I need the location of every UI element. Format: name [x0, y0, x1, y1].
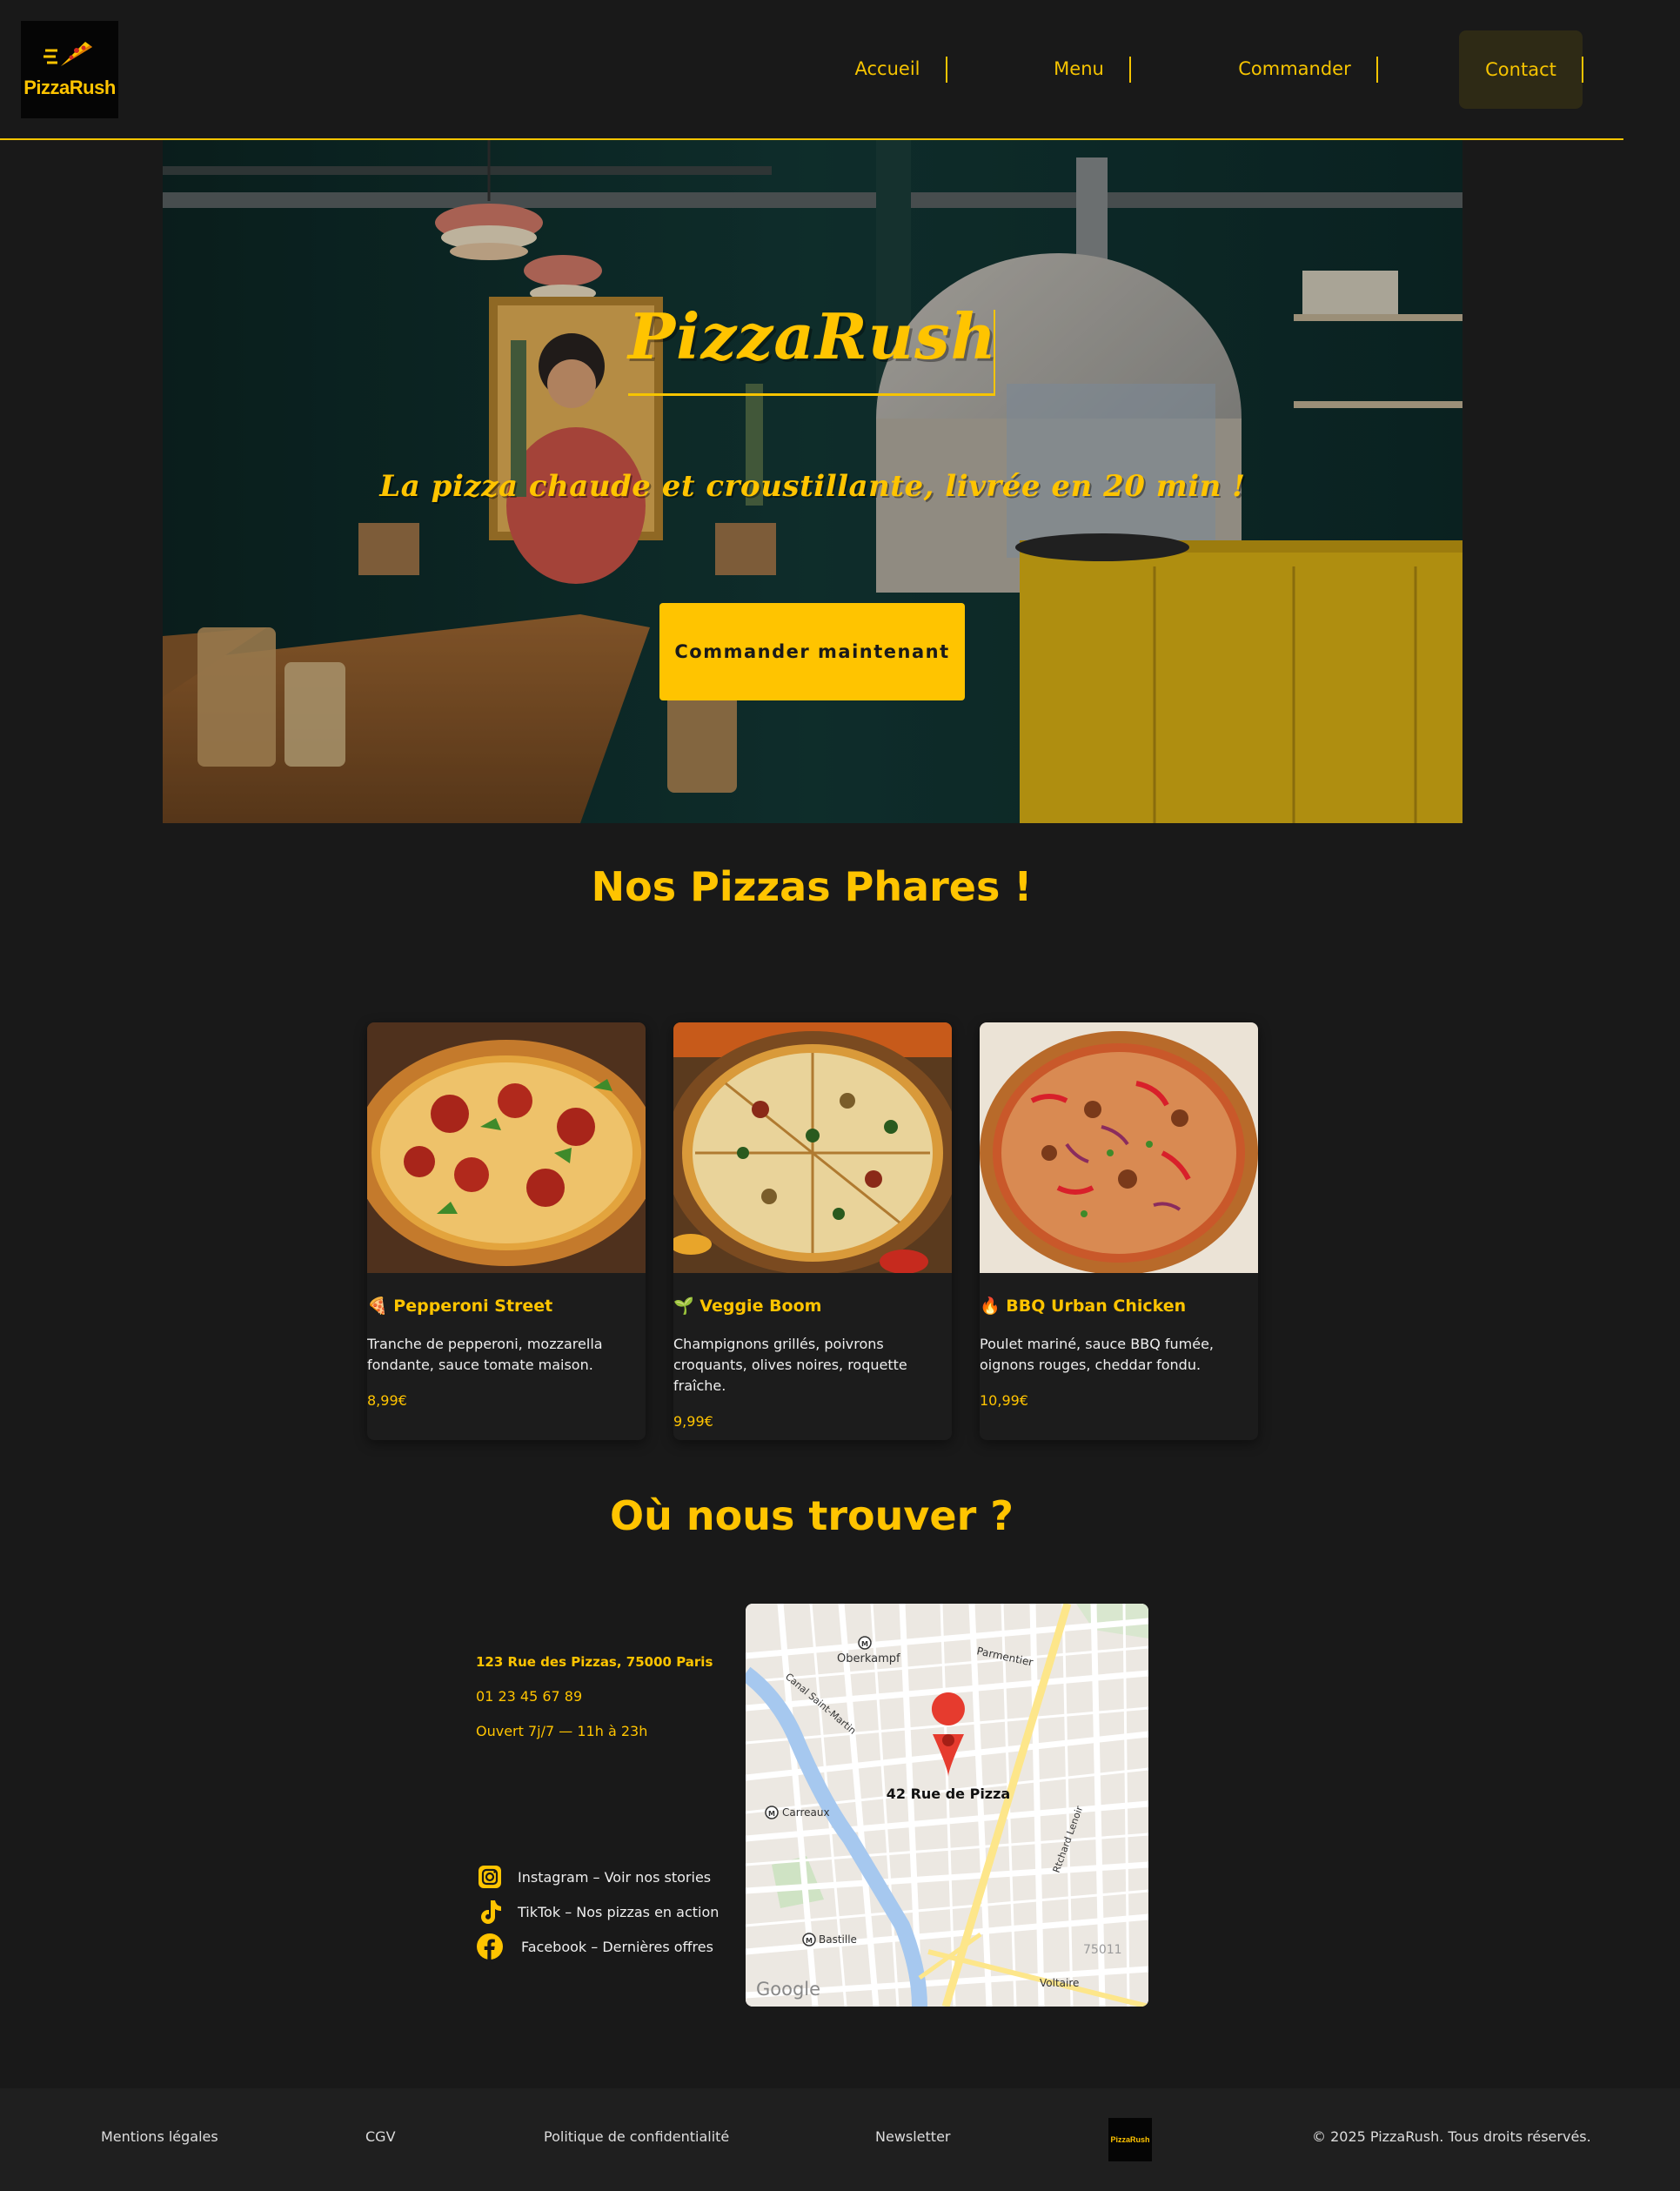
- nav-accueil[interactable]: Accueil: [844, 56, 931, 82]
- instagram-label: Instagram – Voir nos stories: [518, 1868, 712, 1886]
- pizza-description: Poulet mariné, sauce BBQ fumée, oignons …: [980, 1336, 1214, 1373]
- pizza-name: 🍕 Pepperoni Street: [367, 1297, 553, 1316]
- pizza-description: Champignons grillés, poivrons croquants,…: [673, 1336, 907, 1394]
- map-pin-label: 42 Rue de Pizza: [887, 1786, 1010, 1802]
- facebook-icon: [476, 1933, 504, 1960]
- site-header: PizzaRush Accueil Menu Commander Contact: [0, 0, 1623, 140]
- footer-link-legal[interactable]: Mentions légales: [101, 2128, 218, 2145]
- map-label: Voltaire: [1040, 1977, 1079, 1989]
- featured-title: Nos Pizzas Phares !: [591, 863, 1033, 910]
- instagram-link[interactable]: Instagram – Voir nos stories: [476, 1863, 711, 1891]
- map-graphic: M M M Oberkampf Parmentier Canal Saint-M…: [746, 1604, 1148, 2007]
- pizza-card[interactable]: 🌱 Veggie Boom Champignons grillés, poivr…: [673, 1022, 952, 1440]
- svg-text:M: M: [768, 1810, 775, 1818]
- instagram-icon: [476, 1863, 504, 1891]
- nav-divider: [1129, 57, 1131, 83]
- address: 123 Rue des Pizzas, 75000 Paris: [476, 1654, 713, 1670]
- main-nav: Accueil Menu Commander Contact: [0, 0, 1623, 140]
- order-now-button[interactable]: Commander maintenant: [659, 603, 965, 700]
- hero-subtitle: La pizza chaude et croustillante, livrée…: [379, 469, 1246, 504]
- svg-text:M: M: [861, 1640, 868, 1648]
- pizza-card[interactable]: 🔥 BBQ Urban Chicken Poulet mariné, sauce…: [980, 1022, 1258, 1440]
- facebook-label: Facebook – Dernières offres: [521, 1938, 713, 1955]
- hero-section: PizzaRush La pizza chaude et croustillan…: [163, 140, 1462, 823]
- pizza-card[interactable]: 🍕 Pepperoni Street Tranche de pepperoni,…: [367, 1022, 646, 1440]
- pizza-price: 9,99€: [673, 1413, 713, 1430]
- pizza-description: Tranche de pepperoni, mozzarella fondant…: [367, 1336, 603, 1373]
- google-logo: Google: [756, 1979, 820, 2000]
- nav-commander[interactable]: Commander: [1225, 56, 1364, 82]
- pizza-price: 10,99€: [980, 1392, 1028, 1409]
- pizza-name: 🔥 BBQ Urban Chicken: [980, 1297, 1187, 1316]
- opening-hours: Ouvert 7j/7 — 11h à 23h: [476, 1723, 648, 1739]
- nav-menu[interactable]: Menu: [1035, 56, 1122, 82]
- pizza-name: 🌱 Veggie Boom: [673, 1297, 822, 1316]
- copyright-text: © 2025 PizzaRush. Tous droits réservés.: [1312, 2128, 1591, 2145]
- nav-divider: [1376, 57, 1378, 83]
- nav-divider: [946, 57, 947, 83]
- site-footer: Mentions légales CGV Politique de confid…: [0, 2088, 1680, 2191]
- phone-number[interactable]: 01 23 45 67 89: [476, 1688, 582, 1705]
- footer-link-cgv[interactable]: CGV: [365, 2128, 396, 2145]
- location-title: Où nous trouver ?: [610, 1492, 1014, 1539]
- svg-text:M: M: [806, 1937, 813, 1945]
- map-label: Carreaux: [782, 1806, 830, 1819]
- map-label: 75011: [1083, 1943, 1122, 1957]
- map-label: Bastille: [819, 1933, 857, 1946]
- footer-link-newsletter[interactable]: Newsletter: [875, 2128, 951, 2145]
- map-label: Oberkampf: [837, 1652, 900, 1665]
- tiktok-icon: [476, 1898, 504, 1926]
- tiktok-link[interactable]: TikTok – Nos pizzas en action: [476, 1898, 719, 1926]
- footer-logo-text: PizzaRush: [1110, 2135, 1150, 2144]
- location-map[interactable]: M M M Oberkampf Parmentier Canal Saint-M…: [746, 1604, 1148, 2007]
- contact-button[interactable]: Contact: [1459, 30, 1583, 109]
- nav-divider: [1582, 57, 1583, 83]
- footer-logo[interactable]: PizzaRush: [1108, 2118, 1152, 2161]
- hero-title-underline: [628, 393, 995, 396]
- facebook-link[interactable]: Facebook – Dernières offres: [476, 1933, 713, 1960]
- footer-link-privacy[interactable]: Politique de confidentialité: [544, 2128, 729, 2145]
- tiktok-label: TikTok – Nos pizzas en action: [518, 1903, 720, 1920]
- hero-title: PizzaRush: [628, 299, 997, 373]
- pizza-price: 8,99€: [367, 1392, 407, 1409]
